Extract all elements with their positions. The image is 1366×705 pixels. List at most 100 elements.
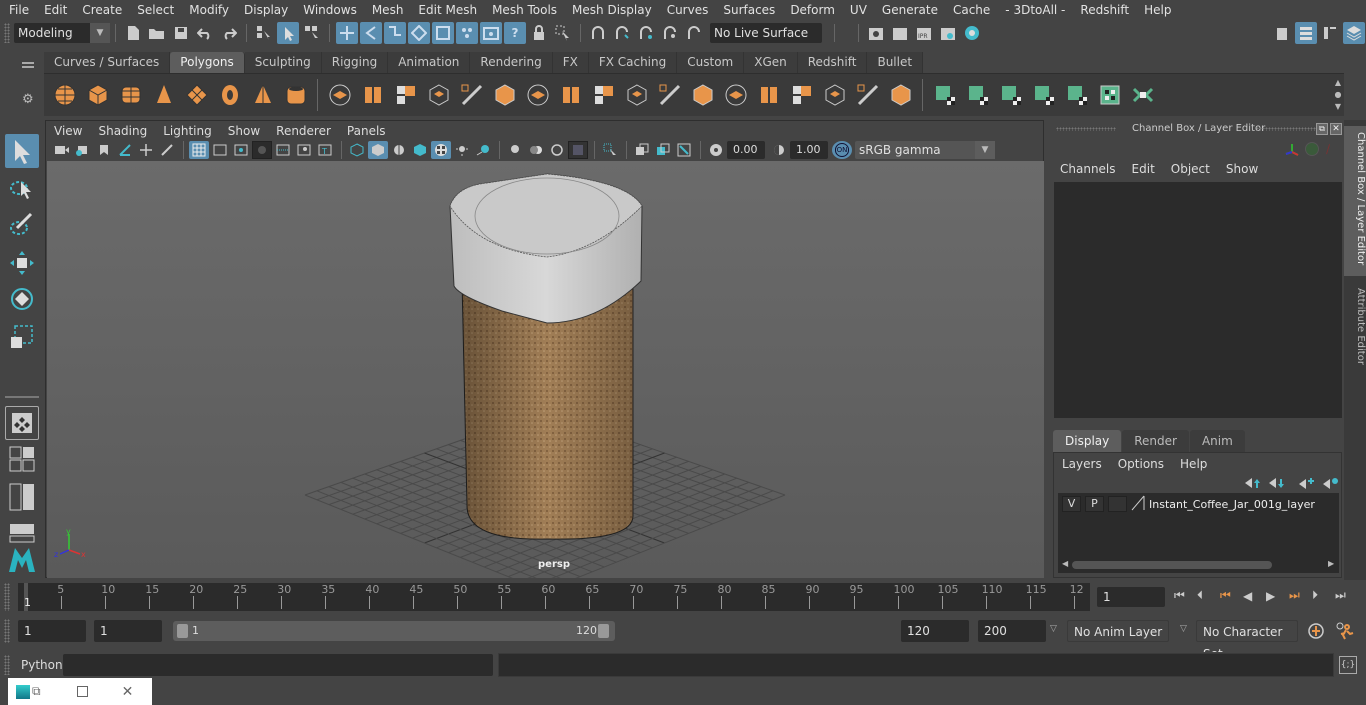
wireframe-on-shaded-icon[interactable] [410, 141, 430, 159]
layer-menu-layers[interactable]: Layers [1062, 457, 1102, 471]
color-management-toggle[interactable]: ON [832, 141, 852, 159]
live-surface-field[interactable]: No Live Surface [710, 23, 822, 43]
poly-torus-icon[interactable] [213, 79, 246, 112]
shelf-tab-curves-surfaces[interactable]: Curves / Surfaces [44, 52, 171, 73]
scroll-up-icon[interactable]: ▲ [1335, 77, 1341, 89]
boolean-icon[interactable] [455, 79, 488, 112]
menu-select[interactable]: Select [128, 3, 180, 17]
layer-color-swatch[interactable] [1108, 496, 1127, 512]
menu-deform[interactable]: Deform [781, 3, 841, 17]
maya-logo-icon[interactable] [5, 542, 39, 576]
range-slider-end-handle[interactable] [598, 624, 609, 638]
layer-display-type-icon[interactable] [1131, 495, 1145, 514]
automatic-map-icon[interactable] [1027, 79, 1060, 112]
channel-box-menu-show[interactable]: Show [1226, 162, 1258, 176]
float-panel-icon[interactable]: ⧉ [1316, 123, 1328, 135]
panel-menu-panels[interactable]: Panels [339, 124, 394, 138]
shelf-tab-rigging[interactable]: Rigging [321, 52, 389, 73]
restore-window-icon[interactable]: ⧉ [32, 684, 41, 699]
outliner-persp-layout-icon[interactable] [5, 480, 39, 514]
auto-key-icon[interactable] [1307, 622, 1325, 643]
select-camera-icon[interactable] [52, 141, 72, 159]
playback-end-field[interactable]: 120 [901, 620, 969, 642]
close-window-icon[interactable]: ✕ [122, 684, 134, 700]
cylindrical-map-icon[interactable] [961, 79, 994, 112]
lock-icon[interactable] [528, 22, 550, 44]
poly-cone-icon[interactable] [147, 79, 180, 112]
menu-display[interactable]: Display [235, 3, 294, 17]
step-back-key-icon[interactable]: ⏮ [1220, 588, 1238, 603]
single-perspective-layout-icon[interactable] [5, 406, 39, 440]
tab-attribute-editor[interactable]: Attribute Editor [1344, 282, 1366, 382]
drag-handle[interactable] [1256, 127, 1316, 131]
tab-channel-box-layer-editor[interactable]: Channel Box / Layer Editor [1344, 126, 1366, 276]
grid-toggle-icon[interactable] [189, 141, 209, 159]
resolution-gate-icon[interactable] [231, 141, 251, 159]
shelf-menu-icon[interactable] [22, 62, 34, 64]
channel-box-toggle-icon[interactable] [1343, 22, 1365, 44]
character-set-select[interactable]: No Character Set [1196, 620, 1298, 661]
snap-grid-icon[interactable] [336, 22, 358, 44]
character-set-dropdown-icon[interactable]: ▽ [1180, 624, 1187, 634]
gamma-icon[interactable] [769, 141, 789, 159]
unfold-icon[interactable] [1060, 79, 1093, 112]
snap-to-curve-magnet-icon[interactable] [611, 22, 633, 44]
layer-tab-display[interactable]: Display [1053, 430, 1122, 452]
layer-tab-render[interactable]: Render [1122, 430, 1189, 452]
drag-handle[interactable] [4, 23, 10, 43]
insert-edge-loop-icon[interactable] [686, 79, 719, 112]
channel-box-menu-channels[interactable]: Channels [1060, 162, 1116, 176]
channel-box-menu-object[interactable]: Object [1171, 162, 1210, 176]
mirror-icon[interactable] [389, 79, 422, 112]
attribute-editor-toggle-icon[interactable] [1295, 22, 1317, 44]
panel-menu-shading[interactable]: Shading [90, 124, 155, 138]
xray-joints-icon[interactable] [674, 141, 694, 159]
render-view-icon[interactable] [480, 22, 502, 44]
scroll-left-icon[interactable]: ◀ [1062, 559, 1068, 568]
menu-windows[interactable]: Windows [294, 3, 363, 17]
hypershade-icon[interactable] [961, 22, 983, 44]
select-hierarchy-icon[interactable] [253, 22, 275, 44]
bookmark-icon[interactable] [94, 141, 114, 159]
move-layer-down-icon[interactable] [1268, 477, 1286, 492]
select-tool-icon[interactable] [5, 134, 39, 168]
render-settings-icon[interactable] [937, 22, 959, 44]
poly-plane-icon[interactable] [180, 79, 213, 112]
layer-visibility-toggle[interactable]: V [1062, 496, 1081, 512]
redo-icon[interactable] [218, 22, 240, 44]
range-slider-start-handle[interactable] [177, 624, 188, 638]
scrollbar-thumb[interactable] [1072, 561, 1272, 569]
uv-editor-icon[interactable] [1093, 79, 1126, 112]
menu-mesh[interactable]: Mesh [363, 3, 410, 17]
combine-icon[interactable] [323, 79, 356, 112]
current-frame-field[interactable]: 1 [1097, 587, 1165, 607]
select-component-icon[interactable] [301, 22, 323, 44]
panel-menu-renderer[interactable]: Renderer [268, 124, 339, 138]
select-object-icon[interactable] [277, 22, 299, 44]
hold-icon[interactable]: ∕ [1326, 142, 1330, 156]
separate-icon[interactable] [356, 79, 389, 112]
film-gate-icon[interactable] [210, 141, 230, 159]
menu-uv[interactable]: UV [841, 3, 873, 17]
bridge-icon[interactable] [554, 79, 587, 112]
render-current-frame-icon[interactable] [865, 22, 887, 44]
extract-icon[interactable] [488, 79, 521, 112]
drag-handle[interactable] [4, 583, 10, 611]
animation-start-field[interactable]: 1 [18, 620, 86, 642]
smooth-icon[interactable] [422, 79, 455, 112]
view-transform-select[interactable]: sRGB gamma ▼ [855, 141, 995, 159]
rotate-tool-icon[interactable] [5, 282, 39, 316]
menu-3dtoall[interactable]: - 3DtoAll - [996, 3, 1071, 17]
undo-icon[interactable] [194, 22, 216, 44]
step-forward-key-icon[interactable]: ⏭ [1289, 588, 1307, 603]
fill-hole-icon[interactable] [818, 79, 851, 112]
menu-file[interactable]: File [0, 3, 35, 17]
shelf-tab-animation[interactable]: Animation [388, 52, 471, 73]
snap-vertex-icon[interactable] [456, 22, 478, 44]
reduce-icon[interactable] [851, 79, 884, 112]
play-forwards-icon[interactable]: ▶ [1266, 589, 1284, 603]
layout-uv-icon[interactable] [1126, 79, 1159, 112]
extrude-icon[interactable] [587, 79, 620, 112]
speed-icon[interactable] [1305, 142, 1319, 156]
triangulate-icon[interactable] [884, 79, 917, 112]
